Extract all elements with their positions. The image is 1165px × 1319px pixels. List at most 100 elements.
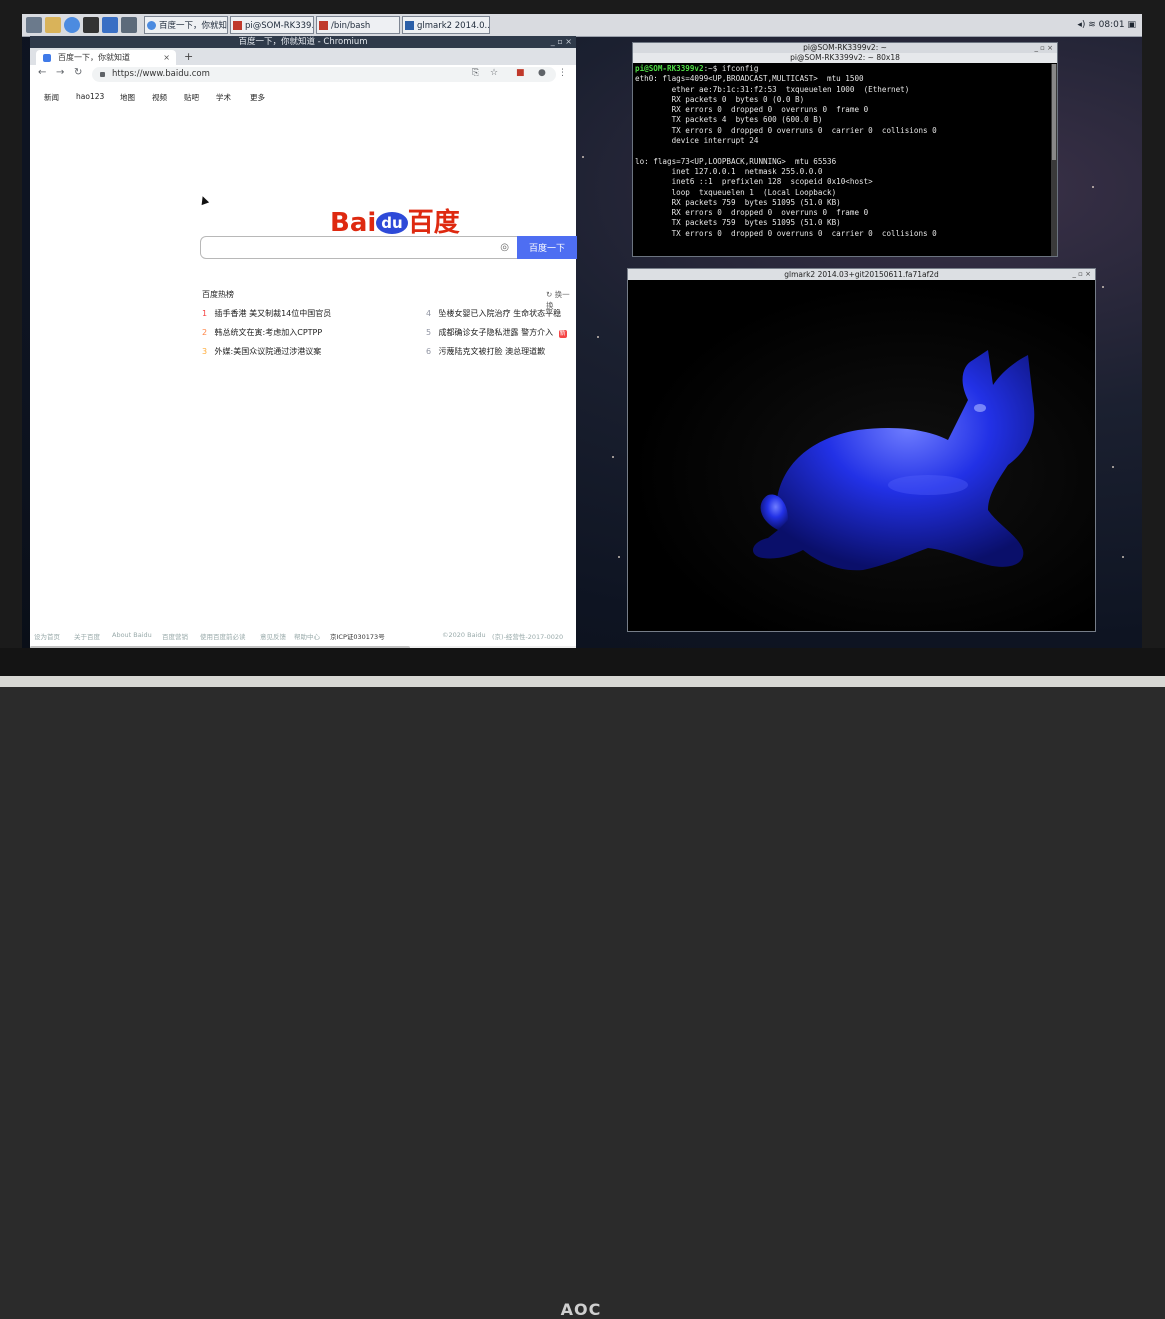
baidu-logo[interactable]: Bai du 百度 — [330, 202, 460, 239]
nav-link-xueshu[interactable]: 学术 — [216, 92, 231, 103]
hot-text: 污蔑陆克文被打脸 澳总理道歉 — [438, 347, 546, 356]
desktop-icon[interactable] — [102, 17, 118, 33]
nav-link-hao123[interactable]: hao123 — [76, 92, 104, 101]
terminal-line: loop txqueuelen 1 (Local Loopback) — [635, 187, 837, 197]
terminal-title-bar: pi@SOM-RK3399v2: ~ _ ▫ × — [633, 43, 1057, 53]
hot-item[interactable]: 5 成都确诊女子隐私泄露 警方介入 新 — [426, 327, 567, 338]
hot-text: 韩总统文在寅:考虑加入CPTPP — [214, 328, 323, 337]
nav-link-tieba[interactable]: 贴吧 — [184, 92, 199, 103]
clock[interactable]: 08:01 — [1099, 20, 1125, 30]
forward-arrow-icon[interactable]: → — [56, 67, 64, 78]
taskbar-button-glmark[interactable]: glmark2 2014.0... — [402, 16, 490, 34]
taskbar-button-chromium[interactable]: 百度一下，你就知... — [144, 16, 228, 34]
terminal-line: device interrupt 24 — [635, 136, 759, 146]
window-controls[interactable]: _ ▫ × — [551, 36, 572, 48]
volume-icon[interactable]: ◂) — [1077, 20, 1085, 30]
baidu-favicon — [43, 54, 51, 62]
terminal-line: lo: flags=73<UP,LOOPBACK,RUNNING> mtu 65… — [635, 156, 837, 166]
nav-link-video[interactable]: 视频 — [152, 92, 167, 103]
nav-link-map[interactable]: 地图 — [120, 92, 135, 103]
file-manager-icon[interactable] — [45, 17, 61, 33]
window-controls[interactable]: _ ▫ × — [1034, 43, 1053, 53]
logo-paw: du — [376, 212, 408, 234]
hot-rank: 1 — [202, 309, 208, 318]
mouse-cursor — [198, 194, 210, 206]
address-bar[interactable]: https://www.baidu.com — [92, 67, 556, 82]
reload-icon[interactable]: ↻ — [74, 67, 82, 78]
lock-icon — [100, 72, 105, 77]
footer-link[interactable]: 关于百度 — [74, 631, 100, 641]
terminal-line: RX errors 0 dropped 0 overruns 0 frame 0 — [635, 105, 869, 115]
glmark2-title: glmark2 2014.03+git20150611.fa71af2d — [784, 270, 939, 279]
terminal-line: TX errors 0 dropped 0 overruns 0 carrier… — [635, 228, 937, 238]
hot-text: 插手香港 美又制裁14位中国官员 — [214, 309, 332, 318]
terminal-line: inet 127.0.0.1 netmask 255.0.0.0 — [635, 166, 823, 176]
search-button[interactable]: 百度一下 — [517, 236, 577, 259]
footer-copyright: ©2020 Baidu — [442, 631, 486, 639]
back-arrow-icon[interactable]: ← — [38, 67, 46, 78]
hot-item[interactable]: 4 坠楼女婴已入院治疗 生命状态平稳 — [426, 308, 561, 319]
window-controls[interactable]: _ ▫ × — [1072, 269, 1091, 280]
new-tab-button[interactable]: + — [184, 48, 193, 65]
hot-rank: 4 — [426, 309, 432, 318]
nav-link-news[interactable]: 新闻 — [44, 92, 59, 103]
window-icon — [405, 21, 414, 30]
baidu-page: 新闻 hao123 地图 视频 贴吧 学术 更多 Bai du 百度 ◎ 百度一下 … — [30, 84, 577, 648]
hot-item[interactable]: 3 外媒:美国众议院通过涉港议案 — [202, 346, 321, 357]
tab-close-button[interactable]: × — [163, 50, 170, 65]
footer-license: (京)-经营性-2017-0020 — [492, 633, 564, 641]
taskbar-button-label: glmark2 2014.0... — [417, 21, 490, 31]
profile-icon[interactable]: ● — [538, 68, 546, 78]
footer-link[interactable]: 京ICP证030173号 — [330, 631, 385, 641]
footer-link[interactable]: 百度营销 — [162, 631, 188, 641]
terminal-scrollbar[interactable] — [1051, 64, 1057, 256]
new-badge: 新 — [558, 330, 567, 338]
tab-title: 百度一下，你就知道 — [58, 53, 130, 62]
hot-list-title: 百度热榜 — [202, 290, 234, 299]
footer-link[interactable]: 帮助中心 — [294, 631, 320, 641]
taskbar-button-terminal[interactable]: pi@SOM-RK339... — [230, 16, 314, 34]
hot-item[interactable]: 2 韩总统文在寅:考虑加入CPTPP — [202, 327, 322, 338]
browser-icon[interactable] — [64, 17, 80, 33]
workspace-icon[interactable] — [121, 17, 137, 33]
terminal-output[interactable]: pi@SOM-RK3399v2:~$ ifconfig eth0: flags=… — [633, 64, 1051, 256]
menu-icon[interactable]: ⋮ — [558, 68, 567, 78]
chromium-icon — [147, 21, 156, 30]
cat-body — [752, 350, 1035, 571]
tab-strip: 百度一下，你就知道 × + — [30, 48, 576, 65]
tab-baidu[interactable]: 百度一下，你就知道 × — [36, 50, 176, 65]
footer-link[interactable]: 设为首页 — [34, 631, 60, 641]
hot-item[interactable]: 6 污蔑陆克文被打脸 澳总理道歉 — [426, 346, 545, 357]
terminal-window: pi@SOM-RK3399v2: ~ _ ▫ × pi@SOM-RK3399v2… — [632, 42, 1058, 257]
terminal-icon[interactable] — [83, 17, 99, 33]
terminal-line: eth0: flags=4099<UP,BROADCAST,MULTICAST>… — [635, 74, 864, 84]
hot-text: 坠楼女婴已入院治疗 生命状态平稳 — [438, 309, 562, 318]
terminal-line: TX packets 4 bytes 600 (600.0 B) — [635, 115, 823, 125]
hot-rank: 6 — [426, 347, 432, 356]
terminal-line: inet6 ::1 prefixlen 128 scopeid 0x10<hos… — [635, 177, 873, 187]
taskbar-button-bash[interactable]: /bin/bash — [316, 16, 400, 34]
page-footer: 设为首页 关于百度 About Baidu 百度营销 使用百度前必读 意见反馈 … — [30, 631, 576, 645]
terminal-icon — [233, 21, 242, 30]
camera-icon[interactable]: ◎ — [500, 242, 509, 253]
hot-item[interactable]: 1 插手香港 美又制裁14位中国官员 — [202, 308, 331, 319]
power-icon[interactable]: ▣ — [1127, 20, 1136, 30]
nav-link-more[interactable]: 更多 — [250, 92, 265, 103]
scrollbar-thumb[interactable] — [1052, 64, 1056, 160]
terminal-tab-bar: pi@SOM-RK3399v2: ~ 80x18 — [633, 53, 1057, 63]
translate-icon[interactable]: ⎘ — [472, 68, 479, 78]
footer-link[interactable]: 意见反馈 — [260, 631, 286, 641]
extension-icon[interactable]: ■ — [516, 68, 525, 78]
search-input[interactable]: ◎ — [200, 236, 518, 259]
terminal-prompt: pi@SOM-RK3399v2 — [635, 64, 704, 73]
app-menu-icon[interactable] — [26, 17, 42, 33]
hot-text: 外媒:美国众议院通过涉港议案 — [214, 347, 322, 356]
bookmark-star-icon[interactable]: ☆ — [490, 68, 498, 78]
url-text: https://www.baidu.com — [112, 69, 210, 79]
taskbar-button-label: 百度一下，你就知... — [159, 21, 228, 31]
hot-text: 成都确诊女子隐私泄露 警方介入 — [438, 328, 554, 337]
wifi-icon[interactable]: ≋ — [1088, 20, 1096, 30]
footer-link[interactable]: About Baidu — [112, 631, 152, 639]
footer-link[interactable]: 使用百度前必读 — [200, 631, 246, 641]
browser-toolbar: ← → ↻ https://www.baidu.com ⎘ ☆ ■ ● ⋮ — [30, 65, 576, 85]
